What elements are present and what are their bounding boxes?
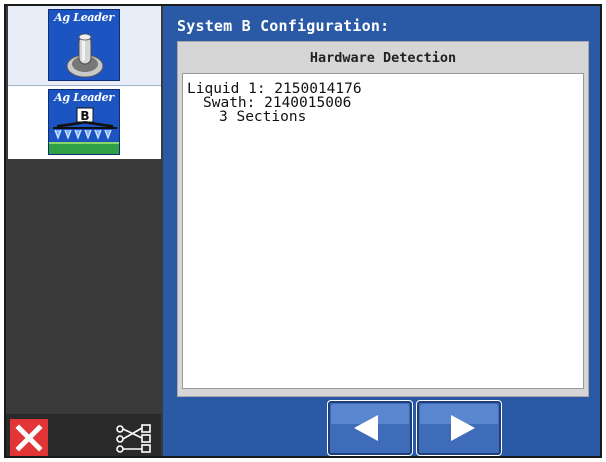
next-button[interactable]: [416, 400, 502, 456]
sidebar-item-system-b[interactable]: Ag Leader B: [8, 86, 161, 159]
page-title: System B Configuration:: [177, 17, 390, 35]
toggle-switch-icon: [66, 33, 104, 78]
close-icon: [15, 424, 43, 452]
close-button[interactable]: [10, 419, 48, 456]
device-link-button[interactable]: [112, 420, 154, 456]
arrow-right-icon: [451, 415, 475, 441]
system-b-badge: B: [80, 109, 89, 123]
arrow-left-icon: [354, 415, 378, 441]
sprayer-boom-icon: B: [49, 107, 119, 154]
detection-results-list: Liquid 1: 2150014176 Swath: 2140015006 3…: [182, 73, 584, 389]
sidebar-bottom-bar: [6, 414, 161, 456]
hardware-detection-box: Hardware Detection Liquid 1: 2150014176 …: [177, 41, 589, 397]
configuration-panel: System B Configuration: Hardware Detecti…: [163, 6, 600, 456]
app-icon: Ag Leader: [48, 9, 120, 81]
previous-button[interactable]: [327, 400, 413, 456]
section-heading: Hardware Detection: [309, 50, 457, 66]
sections-count-line: 3 Sections: [219, 109, 307, 125]
sidebar-item-switch-config[interactable]: Ag Leader: [8, 6, 161, 86]
screen-frame: Ag Leader Ag Leader B System B Configura…: [4, 4, 602, 458]
device-link-icon: [116, 424, 151, 453]
sidebar: Ag Leader Ag Leader B: [6, 6, 161, 456]
app-icon: Ag Leader B: [48, 89, 120, 155]
